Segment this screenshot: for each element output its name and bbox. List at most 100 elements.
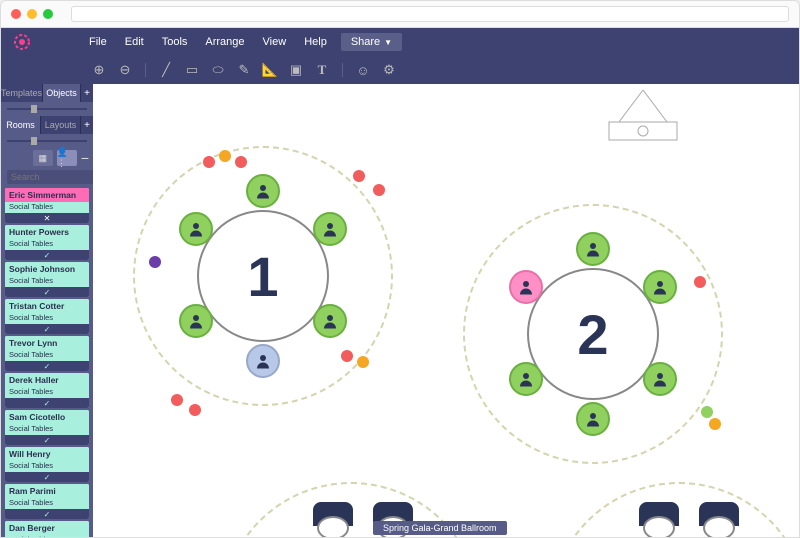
marker-dot[interactable] bbox=[373, 184, 385, 196]
guest-card[interactable]: Sam CicotelloSocial Tables✓ bbox=[5, 410, 89, 445]
close-window-icon[interactable] bbox=[11, 9, 21, 19]
grid-view-icon[interactable]: ▦ bbox=[33, 150, 53, 166]
x-icon: ✕ bbox=[44, 214, 51, 223]
settings-tool-icon[interactable]: ⚙ bbox=[381, 62, 397, 78]
marker-dot[interactable] bbox=[694, 276, 706, 288]
share-button[interactable]: Share ▼ bbox=[341, 33, 402, 51]
projector-object[interactable] bbox=[573, 90, 713, 142]
guest-company: Social Tables bbox=[5, 498, 89, 509]
table-2-seat[interactable] bbox=[643, 362, 677, 396]
rect-tool-icon[interactable]: ▭ bbox=[184, 62, 200, 78]
table-1-seat[interactable] bbox=[313, 304, 347, 338]
table-1-seat[interactable] bbox=[179, 304, 213, 338]
check-icon: ✓ bbox=[44, 362, 51, 371]
guest-list: Eric SimmermanSocial Tables✕Hunter Power… bbox=[1, 186, 93, 537]
table-2-seat[interactable] bbox=[576, 402, 610, 436]
marker-dot[interactable] bbox=[171, 394, 183, 406]
guest-name: Will Henry bbox=[5, 447, 89, 461]
marker-dot[interactable] bbox=[189, 404, 201, 416]
guest-status-bar: ✓ bbox=[5, 324, 89, 334]
marker-dot[interactable] bbox=[353, 170, 365, 182]
pencil-tool-icon[interactable]: ✎ bbox=[236, 62, 252, 78]
chair-object[interactable] bbox=[313, 502, 353, 526]
chevron-down-icon: ▼ bbox=[384, 38, 392, 47]
person-view-icon[interactable]: 👤⋮ bbox=[57, 150, 77, 166]
minimize-window-icon[interactable] bbox=[27, 9, 37, 19]
table-1-seat[interactable] bbox=[246, 174, 280, 208]
guest-name: Eric Simmerman bbox=[5, 188, 89, 202]
menu-view[interactable]: View bbox=[263, 36, 287, 48]
chair-object[interactable] bbox=[639, 502, 679, 526]
line-tool-icon[interactable]: ╱ bbox=[158, 62, 174, 78]
check-icon: ✓ bbox=[44, 473, 51, 482]
marker-dot[interactable] bbox=[149, 256, 161, 268]
guest-card[interactable]: Sophie JohnsonSocial Tables✓ bbox=[5, 262, 89, 297]
check-icon: ✓ bbox=[44, 288, 51, 297]
table-2-seat[interactable] bbox=[643, 270, 677, 304]
menu-file[interactable]: File bbox=[89, 36, 107, 48]
guest-name: Sam Cicotello bbox=[5, 410, 89, 424]
guest-card[interactable]: Ram ParimiSocial Tables✓ bbox=[5, 484, 89, 519]
table-2-seat[interactable] bbox=[509, 270, 543, 304]
menu-help[interactable]: Help bbox=[304, 36, 327, 48]
guest-status-bar: ✓ bbox=[5, 250, 89, 260]
table-1-seat[interactable] bbox=[313, 212, 347, 246]
tab-layouts[interactable]: Layouts bbox=[41, 116, 81, 134]
table-2-seat[interactable] bbox=[576, 232, 610, 266]
menu-arrange[interactable]: Arrange bbox=[205, 36, 244, 48]
menu-tools[interactable]: Tools bbox=[162, 36, 188, 48]
marker-dot[interactable] bbox=[709, 418, 721, 430]
zoom-out-icon[interactable]: ⊖ bbox=[117, 62, 133, 78]
person-tool-icon[interactable]: ☺ bbox=[355, 62, 371, 78]
add-tab-button-2[interactable]: + bbox=[81, 116, 93, 134]
guest-name: Trevor Lynn bbox=[5, 336, 89, 350]
marker-dot[interactable] bbox=[235, 156, 247, 168]
chair-object[interactable] bbox=[699, 502, 739, 526]
marker-dot[interactable] bbox=[203, 156, 215, 168]
slider-2[interactable] bbox=[1, 134, 93, 148]
guest-company: Social Tables bbox=[5, 424, 89, 435]
guest-card[interactable]: Dan BergerSocial Tables✓ bbox=[5, 521, 89, 537]
search-input[interactable] bbox=[7, 170, 93, 184]
image-tool-icon[interactable]: ▣ bbox=[288, 62, 304, 78]
marker-dot[interactable] bbox=[701, 406, 713, 418]
guest-card[interactable]: Hunter PowersSocial Tables✓ bbox=[5, 225, 89, 260]
add-tab-button[interactable]: + bbox=[81, 84, 93, 102]
collapse-icon[interactable]: − bbox=[81, 150, 89, 166]
table-1-seat[interactable] bbox=[179, 212, 213, 246]
guest-status-bar: ✕ bbox=[5, 213, 89, 223]
table-2[interactable]: 2 bbox=[463, 204, 723, 464]
url-bar[interactable] bbox=[71, 6, 789, 22]
primary-tabs: Templates Objects + bbox=[1, 84, 93, 102]
tab-objects[interactable]: Objects bbox=[43, 84, 81, 102]
canvas[interactable]: 1 2 bbox=[93, 84, 799, 537]
mode-row: ▦ 👤⋮ − bbox=[1, 148, 93, 168]
marker-dot[interactable] bbox=[341, 350, 353, 362]
guest-card[interactable]: Tristan CotterSocial Tables✓ bbox=[5, 299, 89, 334]
table-2-seat[interactable] bbox=[509, 362, 543, 396]
marker-dot[interactable] bbox=[357, 356, 369, 368]
measure-tool-icon[interactable]: 📐 bbox=[262, 62, 278, 78]
table-1[interactable]: 1 bbox=[133, 146, 393, 406]
check-icon: ✓ bbox=[44, 399, 51, 408]
marker-dot[interactable] bbox=[219, 150, 231, 162]
guest-card[interactable]: Trevor LynnSocial Tables✓ bbox=[5, 336, 89, 371]
menu-edit[interactable]: Edit bbox=[125, 36, 144, 48]
tab-templates[interactable]: Templates bbox=[1, 84, 43, 102]
guest-company: Social Tables bbox=[5, 276, 89, 287]
maximize-window-icon[interactable] bbox=[43, 9, 53, 19]
ellipse-tool-icon[interactable]: ⬭ bbox=[210, 62, 226, 78]
slider-1[interactable] bbox=[1, 102, 93, 116]
table-1-number: 1 bbox=[247, 244, 278, 309]
text-tool-icon[interactable]: T bbox=[314, 62, 330, 78]
table-2-number: 2 bbox=[577, 302, 608, 367]
guest-card[interactable]: Derek HallerSocial Tables✓ bbox=[5, 373, 89, 408]
guest-name: Ram Parimi bbox=[5, 484, 89, 498]
app-logo[interactable] bbox=[5, 25, 39, 59]
table-1-seat[interactable] bbox=[246, 344, 280, 378]
guest-status-bar: ✓ bbox=[5, 361, 89, 371]
guest-card[interactable]: Will HenrySocial Tables✓ bbox=[5, 447, 89, 482]
tab-rooms[interactable]: Rooms bbox=[1, 116, 41, 134]
guest-card[interactable]: Eric SimmermanSocial Tables✕ bbox=[5, 188, 89, 223]
zoom-in-icon[interactable]: ⊕ bbox=[91, 62, 107, 78]
